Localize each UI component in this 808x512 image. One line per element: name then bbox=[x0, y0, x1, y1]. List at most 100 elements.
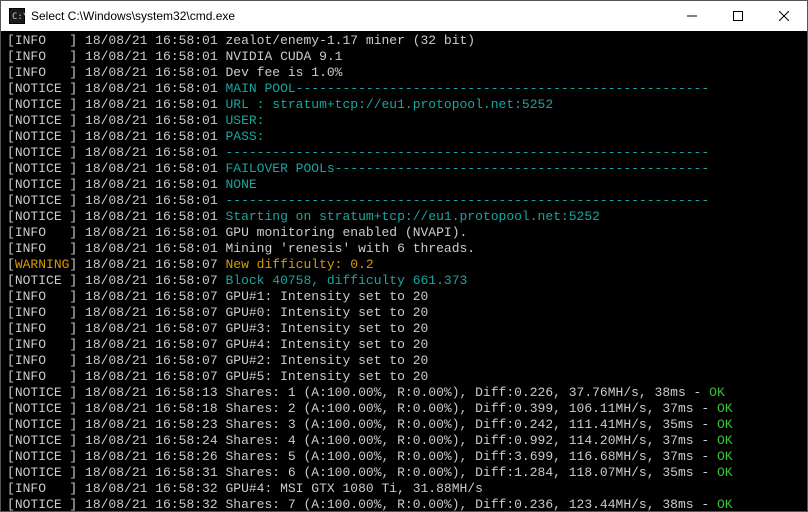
log-message: PASS: bbox=[225, 129, 264, 144]
log-message: Block 40758, difficulty 661.373 bbox=[225, 273, 467, 288]
log-line: [NOTICE ] 18/08/21 16:58:07 Block 40758,… bbox=[7, 273, 801, 289]
log-message: Shares: 5 (A:100.00%, R:0.00%), Diff:3.6… bbox=[225, 449, 716, 464]
bracket-open: [ bbox=[7, 449, 15, 464]
log-message: GPU#0: Intensity set to 20 bbox=[225, 305, 428, 320]
log-line: [NOTICE ] 18/08/21 16:58:01 NONE bbox=[7, 177, 801, 193]
log-timestamp: 18/08/21 16:58:13 bbox=[85, 385, 225, 400]
window-controls bbox=[669, 1, 807, 31]
log-level: INFO bbox=[15, 481, 70, 496]
log-line: [NOTICE ] 18/08/21 16:58:18 Shares: 2 (A… bbox=[7, 401, 801, 417]
svg-text:C:\: C:\ bbox=[12, 12, 25, 22]
bracket-open: [ bbox=[7, 385, 15, 400]
log-timestamp: 18/08/21 16:58:01 bbox=[85, 97, 225, 112]
bracket-close: ] bbox=[69, 417, 85, 432]
log-line: [NOTICE ] 18/08/21 16:58:01 USER: bbox=[7, 113, 801, 129]
bracket-open: [ bbox=[7, 433, 15, 448]
bracket-close: ] bbox=[69, 209, 85, 224]
minimize-button[interactable] bbox=[669, 1, 715, 31]
log-line: [INFO ] 18/08/21 16:58:07 GPU#3: Intensi… bbox=[7, 321, 801, 337]
bracket-close: ] bbox=[69, 65, 85, 80]
bracket-close: ] bbox=[69, 465, 85, 480]
log-line: [NOTICE ] 18/08/21 16:58:32 Shares: 7 (A… bbox=[7, 497, 801, 511]
log-timestamp: 18/08/21 16:58:07 bbox=[85, 321, 225, 336]
bracket-close: ] bbox=[69, 97, 85, 112]
log-timestamp: 18/08/21 16:58:32 bbox=[85, 481, 225, 496]
bracket-close: ] bbox=[69, 305, 85, 320]
bracket-open: [ bbox=[7, 257, 15, 272]
log-status: OK bbox=[717, 465, 733, 480]
bracket-open: [ bbox=[7, 401, 15, 416]
log-level: INFO bbox=[15, 289, 70, 304]
bracket-open: [ bbox=[7, 97, 15, 112]
log-message: GPU monitoring enabled (NVAPI). bbox=[225, 225, 467, 240]
bracket-open: [ bbox=[7, 465, 15, 480]
bracket-open: [ bbox=[7, 289, 15, 304]
bracket-open: [ bbox=[7, 49, 15, 64]
log-timestamp: 18/08/21 16:58:07 bbox=[85, 305, 225, 320]
log-message: Shares: 1 (A:100.00%, R:0.00%), Diff:0.2… bbox=[225, 385, 709, 400]
log-status: OK bbox=[709, 385, 725, 400]
log-line: [INFO ] 18/08/21 16:58:07 GPU#5: Intensi… bbox=[7, 369, 801, 385]
log-line: [INFO ] 18/08/21 16:58:01 Dev fee is 1.0… bbox=[7, 65, 801, 81]
window-title: Select C:\Windows\system32\cmd.exe bbox=[31, 9, 669, 23]
bracket-close: ] bbox=[69, 401, 85, 416]
log-message: Mining 'renesis' with 6 threads. bbox=[225, 241, 475, 256]
log-line: [NOTICE ] 18/08/21 16:58:01 FAILOVER POO… bbox=[7, 161, 801, 177]
log-level: NOTICE bbox=[15, 177, 70, 192]
log-timestamp: 18/08/21 16:58:07 bbox=[85, 289, 225, 304]
log-message: Shares: 6 (A:100.00%, R:0.00%), Diff:1.2… bbox=[225, 465, 716, 480]
bracket-close: ] bbox=[69, 385, 85, 400]
log-timestamp: 18/08/21 16:58:24 bbox=[85, 433, 225, 448]
log-timestamp: 18/08/21 16:58:01 bbox=[85, 81, 225, 96]
log-line: [INFO ] 18/08/21 16:58:01 Mining 'renesi… bbox=[7, 241, 801, 257]
titlebar[interactable]: C:\ Select C:\Windows\system32\cmd.exe bbox=[1, 1, 807, 31]
log-message: ----------------------------------------… bbox=[225, 145, 709, 160]
close-button[interactable] bbox=[761, 1, 807, 31]
log-level: NOTICE bbox=[15, 497, 70, 511]
log-level: INFO bbox=[15, 33, 70, 48]
cmd-icon: C:\ bbox=[9, 8, 25, 24]
bracket-open: [ bbox=[7, 321, 15, 336]
log-message: zealot/enemy-1.17 miner (32 bit) bbox=[225, 33, 475, 48]
log-status: OK bbox=[717, 417, 733, 432]
log-message: New difficulty: 0.2 bbox=[225, 257, 373, 272]
log-line: [NOTICE ] 18/08/21 16:58:01 URL : stratu… bbox=[7, 97, 801, 113]
log-line: [INFO ] 18/08/21 16:58:01 NVIDIA CUDA 9.… bbox=[7, 49, 801, 65]
log-status: OK bbox=[717, 497, 733, 511]
log-message: USER: bbox=[225, 113, 264, 128]
bracket-open: [ bbox=[7, 497, 15, 511]
bracket-open: [ bbox=[7, 81, 15, 96]
bracket-close: ] bbox=[69, 353, 85, 368]
log-timestamp: 18/08/21 16:58:01 bbox=[85, 113, 225, 128]
bracket-open: [ bbox=[7, 33, 15, 48]
bracket-close: ] bbox=[69, 289, 85, 304]
log-timestamp: 18/08/21 16:58:01 bbox=[85, 65, 225, 80]
log-line: [INFO ] 18/08/21 16:58:01 zealot/enemy-1… bbox=[7, 33, 801, 49]
log-timestamp: 18/08/21 16:58:01 bbox=[85, 241, 225, 256]
log-timestamp: 18/08/21 16:58:01 bbox=[85, 49, 225, 64]
log-message: NVIDIA CUDA 9.1 bbox=[225, 49, 342, 64]
log-line: [NOTICE ] 18/08/21 16:58:01 Starting on … bbox=[7, 209, 801, 225]
log-timestamp: 18/08/21 16:58:01 bbox=[85, 193, 225, 208]
terminal-output[interactable]: [INFO ] 18/08/21 16:58:01 zealot/enemy-1… bbox=[1, 31, 807, 511]
log-message: GPU#2: Intensity set to 20 bbox=[225, 353, 428, 368]
bracket-open: [ bbox=[7, 161, 15, 176]
log-line: [INFO ] 18/08/21 16:58:07 GPU#2: Intensi… bbox=[7, 353, 801, 369]
log-line: [NOTICE ] 18/08/21 16:58:24 Shares: 4 (A… bbox=[7, 433, 801, 449]
log-level: NOTICE bbox=[15, 129, 70, 144]
bracket-close: ] bbox=[69, 481, 85, 496]
log-message: GPU#4: Intensity set to 20 bbox=[225, 337, 428, 352]
bracket-close: ] bbox=[69, 161, 85, 176]
log-level: NOTICE bbox=[15, 161, 70, 176]
log-level: NOTICE bbox=[15, 193, 70, 208]
log-level: NOTICE bbox=[15, 145, 70, 160]
maximize-button[interactable] bbox=[715, 1, 761, 31]
log-level: INFO bbox=[15, 241, 70, 256]
log-level: INFO bbox=[15, 353, 70, 368]
log-line: [INFO ] 18/08/21 16:58:07 GPU#1: Intensi… bbox=[7, 289, 801, 305]
log-message: FAILOVER POOLs--------------------------… bbox=[225, 161, 709, 176]
bracket-open: [ bbox=[7, 193, 15, 208]
bracket-close: ] bbox=[69, 321, 85, 336]
log-line: [INFO ] 18/08/21 16:58:07 GPU#0: Intensi… bbox=[7, 305, 801, 321]
bracket-open: [ bbox=[7, 337, 15, 352]
